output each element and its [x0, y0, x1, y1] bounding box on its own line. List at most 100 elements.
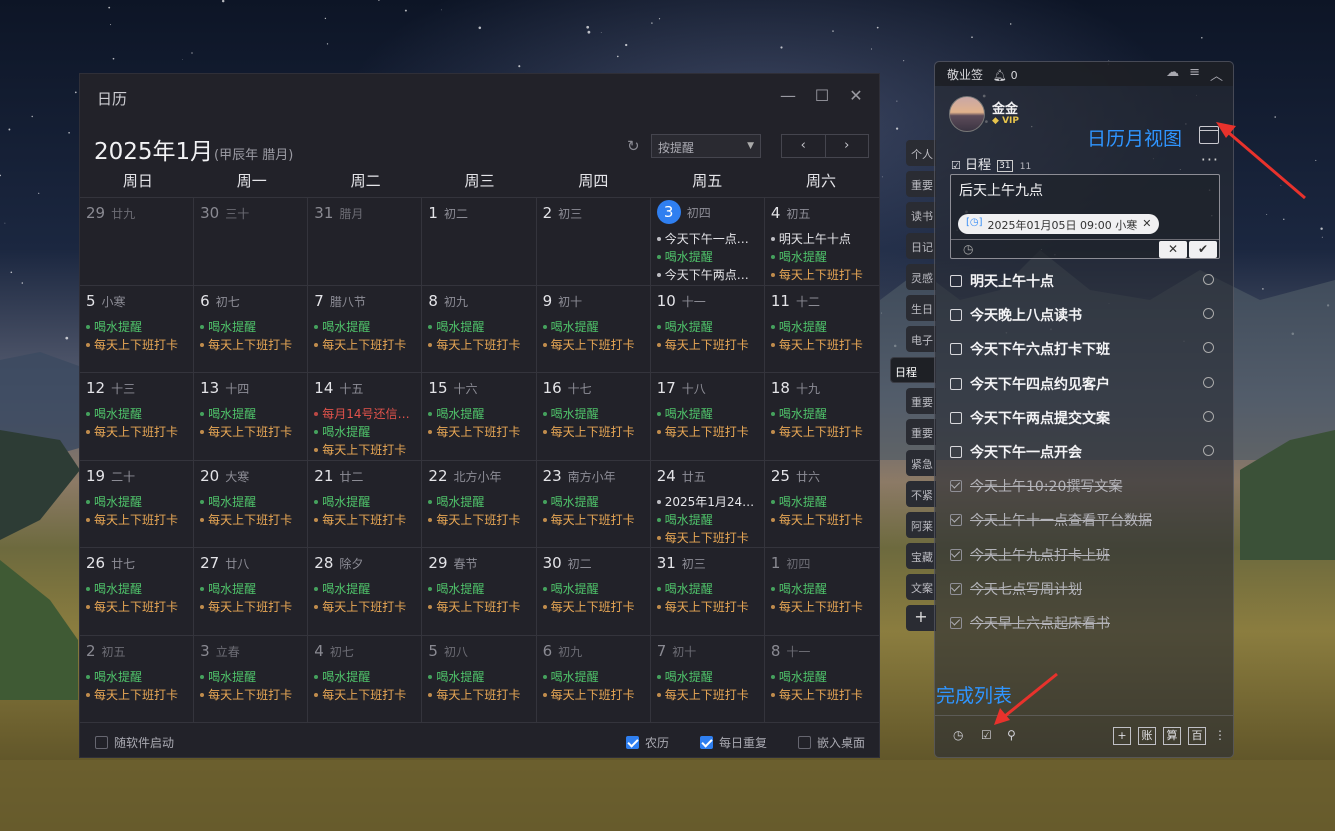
minimize-icon[interactable]: — [779, 86, 797, 106]
refresh-icon[interactable]: ↻ [627, 137, 640, 155]
day-cell[interactable]: 9 初十 喝水提醒 每天上下班打卡 [536, 285, 651, 373]
calendar-event[interactable]: 今天下午一点开会 [656, 230, 759, 248]
calendar-event[interactable]: 每天上下班打卡 [314, 598, 416, 616]
category-tab[interactable]: 文案 [906, 574, 936, 600]
category-tab[interactable]: 阿莱 [906, 512, 936, 538]
task-checkbox[interactable] [950, 548, 962, 561]
clock-icon[interactable]: ◷ [953, 728, 969, 744]
account-button[interactable]: 账 [1138, 727, 1156, 745]
day-cell[interactable]: 25 廿六 喝水提醒 每天上下班打卡 [764, 461, 879, 548]
calendar-event[interactable]: 每天上下班打卡 [656, 336, 759, 354]
close-icon[interactable]: ✕ [847, 86, 865, 106]
calendar-event[interactable]: 喝水提醒 [200, 405, 302, 423]
calendar-event[interactable]: 喝水提醒 [770, 405, 874, 423]
calendar-event[interactable]: 喝水提醒 [428, 493, 530, 511]
calendar-event[interactable]: 喝水提醒 [86, 318, 188, 336]
calendar-event[interactable]: 每天上下班打卡 [542, 511, 645, 529]
daily-repeat-checkbox[interactable]: 每日重复 [700, 734, 767, 751]
day-cell[interactable]: 11 十二 喝水提醒 每天上下班打卡 [764, 286, 879, 373]
collapse-icon[interactable]: ︿ [1210, 65, 1223, 84]
calendar-event[interactable]: 明天上午十点 [770, 230, 874, 248]
task-checkbox[interactable] [950, 309, 962, 322]
cloud-icon[interactable]: ☁ [1166, 65, 1179, 84]
day-cell[interactable]: 19 二十 喝水提醒 每天上下班打卡 [80, 460, 195, 548]
day-cell[interactable]: 6 初九 喝水提醒 每天上下班打卡 [536, 635, 651, 723]
calendar-event[interactable]: 每天上下班打卡 [200, 686, 302, 704]
day-cell[interactable]: 17 十八 喝水提醒 每天上下班打卡 [650, 373, 765, 461]
day-cell[interactable]: 13 十四 喝水提醒 每天上下班打卡 [194, 373, 309, 461]
calendar-event[interactable]: 喝水提醒 [314, 493, 416, 511]
task-checkbox[interactable] [950, 480, 962, 493]
more-icon[interactable]: ··· [1201, 150, 1219, 169]
calendar-event[interactable]: 每天上下班打卡 [542, 598, 645, 616]
day-cell[interactable]: 1 初二 [422, 198, 537, 286]
calendar-event[interactable]: 每天上下班打卡 [86, 598, 188, 616]
day-cell[interactable]: 8 十一 喝水提醒 每天上下班打卡 [764, 636, 879, 723]
calendar-event[interactable]: 每天上下班打卡 [542, 686, 645, 704]
calendar-event[interactable]: 每天上下班打卡 [770, 266, 874, 284]
clock-icon[interactable] [1203, 444, 1214, 456]
calendar-event[interactable]: 喝水提醒 [770, 493, 874, 511]
day-cell[interactable]: 7 腊八节 喝水提醒 每天上下班打卡 [308, 285, 423, 373]
calendar-event[interactable]: 喝水提醒 [314, 423, 416, 441]
calendar-event[interactable]: 喝水提醒 [314, 580, 416, 598]
task-item[interactable]: 今天下午两点提交文案 [950, 401, 1220, 435]
embed-desktop-checkbox[interactable]: 嵌入桌面 [798, 734, 865, 751]
category-tab[interactable]: 重要 [906, 388, 936, 414]
clock-icon[interactable] [1203, 308, 1214, 320]
day-cell[interactable]: 14 十五 每月14号还信用卡 喝水提醒 每天上下班打卡 [308, 373, 423, 461]
category-tab[interactable]: 重要 [906, 171, 936, 197]
calendar-event[interactable]: 每天上下班打卡 [86, 336, 188, 354]
day-cell[interactable]: 1 初四 喝水提醒 每天上下班打卡 [764, 548, 879, 636]
calendar-event[interactable]: 喝水提醒 [200, 318, 302, 336]
calendar-event[interactable]: 每天上下班打卡 [314, 686, 416, 704]
task-item[interactable]: 今天晚上八点读书 [950, 298, 1220, 332]
new-task-editor[interactable]: 后天上午九点 [◷] 2025年01月05日 09:00 小寒 ✕ ◷ ✕ ✔ [950, 174, 1220, 259]
day-cell[interactable]: 6 初七 喝水提醒 每天上下班打卡 [194, 285, 309, 373]
calendar-event[interactable]: 喝水提醒 [200, 668, 302, 686]
launch-with-app-checkbox[interactable]: 随软件启动 [95, 734, 174, 751]
calendar-event[interactable]: 喝水提醒 [770, 318, 874, 336]
task-checkbox[interactable] [950, 514, 962, 527]
day-cell[interactable]: 30 三十 [194, 198, 309, 286]
day-cell[interactable]: 10 十一 喝水提醒 每天上下班打卡 [650, 285, 765, 373]
day-cell[interactable]: 2 初三 [536, 198, 651, 286]
day-cell[interactable]: 3 立春 喝水提醒 每天上下班打卡 [194, 635, 309, 723]
day-cell[interactable]: 23 南方小年 喝水提醒 每天上下班打卡 [536, 460, 651, 548]
category-tab[interactable]: 日记 [906, 233, 936, 259]
task-item[interactable]: 今天下午一点开会 [950, 435, 1220, 469]
calendar-event[interactable]: 喝水提醒 [656, 405, 759, 423]
task-checkbox[interactable] [950, 411, 962, 424]
day-cell[interactable]: 26 廿七 喝水提醒 每天上下班打卡 [80, 548, 195, 636]
day-cell[interactable]: 21 廿二 喝水提醒 每天上下班打卡 [308, 460, 423, 548]
calendar-event[interactable]: 喝水提醒 [428, 668, 530, 686]
maximize-icon[interactable]: ☐ [813, 86, 831, 106]
day-cell[interactable]: 5 初八 喝水提醒 每天上下班打卡 [422, 635, 537, 723]
calendar-event[interactable]: 喝水提醒 [656, 580, 759, 598]
calendar-event[interactable]: 喝水提醒 [86, 668, 188, 686]
day-cell[interactable]: 30 初二 喝水提醒 每天上下班打卡 [536, 548, 651, 636]
calendar-event[interactable]: 喝水提醒 [200, 580, 302, 598]
category-tab[interactable]: 重要 [906, 419, 936, 445]
clock-icon[interactable] [1203, 410, 1214, 422]
calendar-event[interactable]: 喝水提醒 [770, 668, 874, 686]
calendar-event[interactable]: 每天上下班打卡 [428, 511, 530, 529]
more-vertical-icon[interactable]: ⋮ [1214, 728, 1230, 744]
calendar-event[interactable]: 喝水提醒 [542, 493, 645, 511]
calendar-event[interactable]: 喝水提醒 [656, 318, 759, 336]
cancel-button[interactable]: ✕ [1159, 241, 1187, 258]
date-chip[interactable]: [◷] 2025年01月05日 09:00 小寒 ✕ [958, 214, 1160, 234]
category-tab[interactable]: 不紧 [906, 481, 936, 507]
category-tab[interactable]: 灵感 [906, 264, 936, 290]
task-item[interactable]: 今天下午四点约见客户 [950, 367, 1220, 401]
day-cell[interactable]: 8 初九 喝水提醒 每天上下班打卡 [422, 285, 537, 373]
day-cell[interactable]: 18 十九 喝水提醒 每天上下班打卡 [764, 373, 879, 461]
calendar-event[interactable]: 每天上下班打卡 [314, 336, 416, 354]
day-cell[interactable]: 31 初三 喝水提醒 每天上下班打卡 [650, 548, 765, 636]
filter-select[interactable]: 按提醒 ▼ [651, 134, 761, 158]
task-item-done[interactable]: 今天早上六点起床看书 [950, 606, 1220, 640]
calendar-event[interactable]: 每天上下班打卡 [200, 511, 302, 529]
day-cell[interactable]: 7 初十 喝水提醒 每天上下班打卡 [650, 635, 765, 723]
calendar-event[interactable]: 每天上下班打卡 [542, 423, 645, 441]
task-item-done[interactable]: 今天七点写周计划 [950, 572, 1220, 606]
